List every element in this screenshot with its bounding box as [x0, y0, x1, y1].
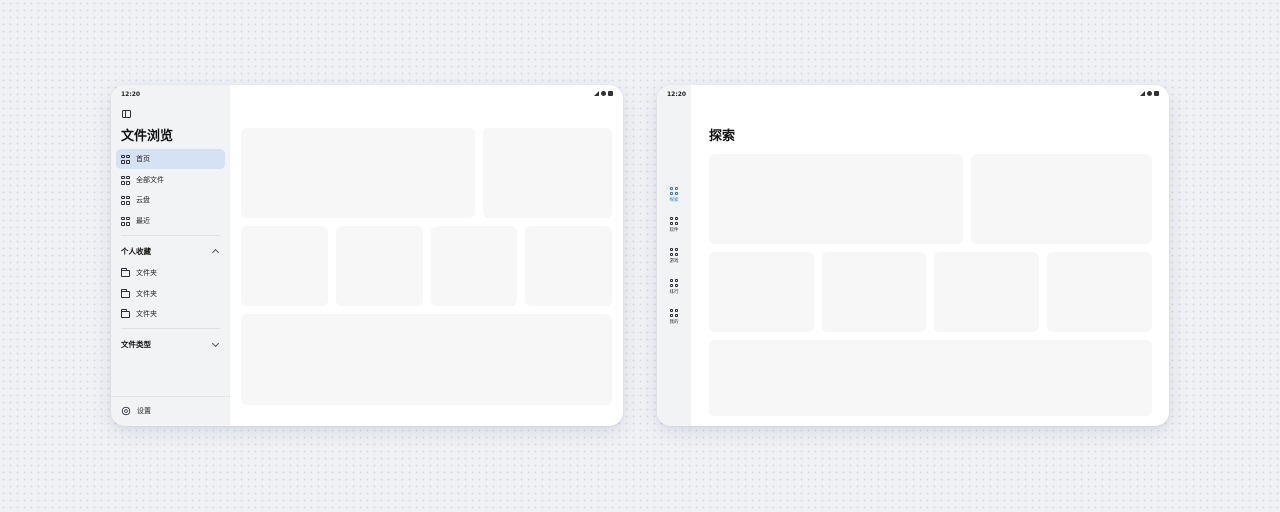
- grid-icon: [670, 248, 678, 256]
- wifi-icon: [601, 91, 606, 96]
- sidebar-item-label: 云盘: [136, 196, 150, 204]
- tablet-explore: 12:20 探索 软件 游戏 排行 我的 探索: [657, 85, 1169, 426]
- content-card[interactable]: [709, 252, 814, 332]
- content-card[interactable]: [709, 340, 1152, 416]
- rail-item-games[interactable]: 游戏: [657, 248, 691, 270]
- folder-icon: [121, 267, 130, 277]
- content-card[interactable]: [241, 128, 475, 218]
- settings-button[interactable]: 设置: [116, 401, 151, 421]
- sidebar-item-label: 最近: [136, 217, 150, 225]
- rail-item-software[interactable]: 软件: [657, 217, 691, 239]
- chevron-up-icon: [211, 248, 220, 257]
- gear-icon: [121, 406, 131, 416]
- sidebar-item-home[interactable]: 首页: [116, 149, 225, 169]
- content-card[interactable]: [525, 226, 612, 306]
- battery-icon: [1154, 91, 1159, 96]
- grid-icon: [121, 154, 130, 164]
- sidebar-item-all-files[interactable]: 全部文件: [116, 170, 225, 190]
- rail-item-explore[interactable]: 探索: [657, 187, 691, 209]
- app-title: 文件浏览: [121, 129, 174, 144]
- sidebar-item-label: 文件夹: [136, 310, 157, 318]
- status-time: 12:20: [667, 91, 687, 98]
- sidebar: 12:20 文件浏览 首页 全部文件 云盘 最近 个人收藏 文件夹 文件夹 文件…: [111, 85, 230, 426]
- content-card[interactable]: [241, 314, 612, 405]
- grid-icon: [121, 175, 130, 185]
- sidebar-footer-divider: [111, 396, 230, 397]
- sidebar-item-recent[interactable]: 最近: [116, 211, 225, 231]
- content-card[interactable]: [822, 252, 926, 332]
- content-card[interactable]: [431, 226, 517, 306]
- page-title: 探索: [709, 129, 736, 144]
- status-indicators: [1140, 91, 1159, 96]
- content-card[interactable]: [483, 128, 612, 218]
- battery-icon: [608, 91, 613, 96]
- sidebar-toggle-icon[interactable]: [122, 110, 131, 118]
- folder-icon: [121, 308, 130, 318]
- sidebar-item-cloud[interactable]: 云盘: [116, 190, 225, 210]
- signal-icon: [594, 91, 599, 96]
- status-time: 12:20: [121, 91, 141, 98]
- file-types-section-header[interactable]: 文件类型: [121, 337, 221, 351]
- rail-item-mine[interactable]: 我的: [657, 309, 691, 331]
- sidebar-item-folder[interactable]: 文件夹: [116, 263, 225, 283]
- wifi-icon: [1147, 91, 1152, 96]
- navigation-rail: 12:20 探索 软件 游戏 排行 我的: [657, 85, 691, 426]
- status-indicators: [594, 91, 613, 96]
- sidebar-item-label: 全部文件: [136, 176, 164, 184]
- content-card[interactable]: [1047, 252, 1152, 332]
- sidebar-item-folder[interactable]: 文件夹: [116, 284, 225, 304]
- rail-item-label: 探索: [669, 198, 679, 203]
- rail-item-label: 排行: [669, 290, 679, 295]
- content-card[interactable]: [336, 226, 423, 306]
- rail-item-label: 我的: [669, 320, 679, 325]
- rail-item-ranking[interactable]: 排行: [657, 279, 691, 301]
- grid-icon: [121, 195, 130, 205]
- sidebar-divider: [121, 328, 220, 329]
- sidebar-item-label: 文件夹: [136, 290, 157, 298]
- content-card[interactable]: [971, 154, 1152, 244]
- settings-label: 设置: [137, 407, 151, 415]
- sidebar-item-label: 文件夹: [136, 269, 157, 277]
- rail-item-label: 游戏: [669, 259, 679, 264]
- signal-icon: [1140, 91, 1145, 96]
- grid-icon: [670, 279, 678, 287]
- sidebar-divider: [121, 235, 220, 236]
- grid-icon: [121, 216, 130, 226]
- sidebar-item-folder[interactable]: 文件夹: [116, 304, 225, 324]
- favorites-section-header[interactable]: 个人收藏: [121, 244, 221, 258]
- sidebar-item-label: 首页: [136, 155, 150, 163]
- grid-icon: [670, 309, 678, 317]
- favorites-section-label: 个人收藏: [121, 246, 151, 256]
- chevron-down-icon: [211, 339, 220, 347]
- content-card[interactable]: [241, 226, 328, 306]
- tablet-file-browser: 12:20 文件浏览 首页 全部文件 云盘 最近 个人收藏 文件夹 文件夹 文件…: [111, 85, 623, 426]
- grid-icon: [670, 187, 678, 195]
- grid-icon: [670, 217, 678, 225]
- content-card[interactable]: [709, 154, 963, 244]
- folder-icon: [121, 288, 130, 298]
- content-card[interactable]: [934, 252, 1039, 332]
- rail-item-label: 软件: [669, 228, 679, 233]
- file-types-section-label: 文件类型: [121, 339, 151, 349]
